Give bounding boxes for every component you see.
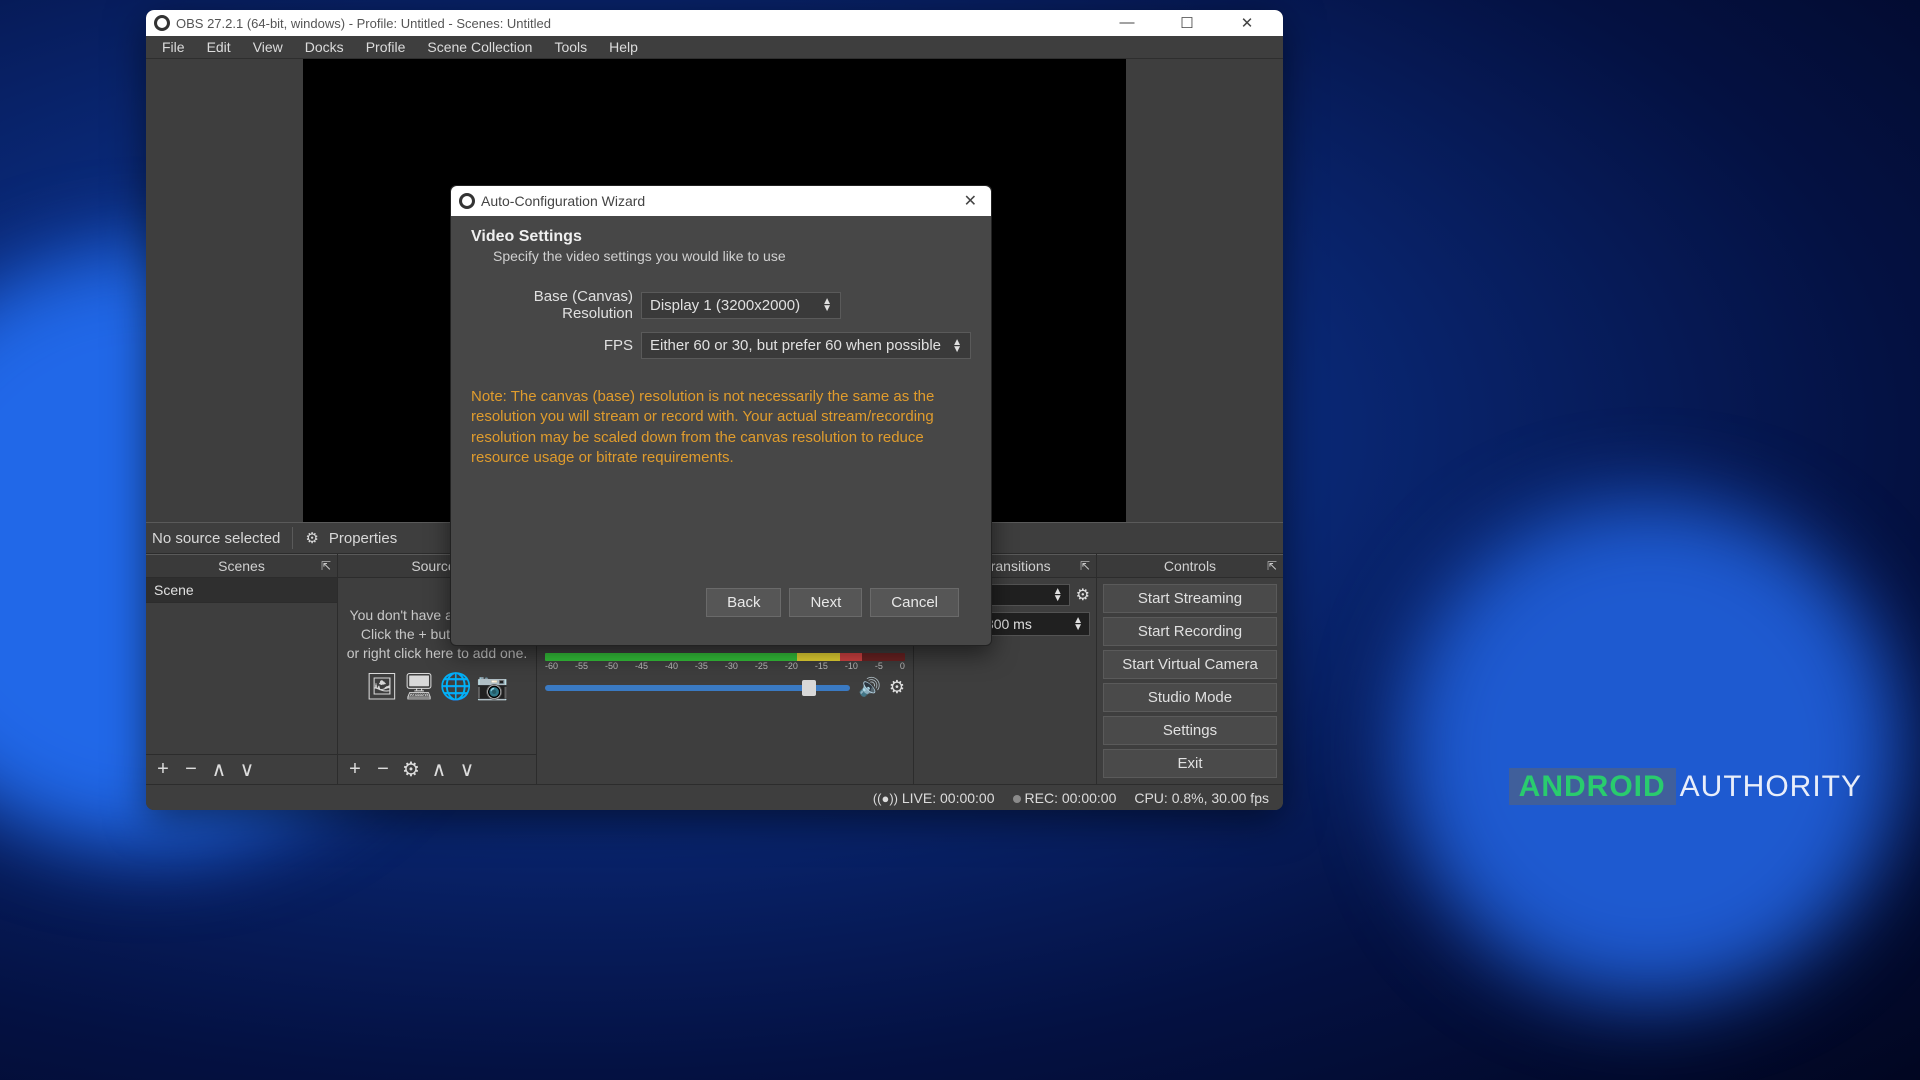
start-recording-button[interactable]: Start Recording [1103,617,1277,646]
menu-view[interactable]: View [243,36,293,58]
auto-config-dialog: Auto-Configuration Wizard ✕ Video Settin… [450,185,992,646]
add-source-button[interactable]: + [344,758,366,781]
start-virtual-camera-button[interactable]: Start Virtual Camera [1103,650,1277,679]
minimize-button[interactable]: — [1107,14,1147,32]
controls-header: Controls ⇱ [1097,554,1283,578]
watermark-brand: ANDROID [1509,768,1676,805]
resolution-label: Base (Canvas) Resolution [471,288,633,322]
properties-button[interactable]: Properties [329,530,397,547]
mixer-slider-row-2: 🔊 ⚙ [545,677,905,698]
dialog-subtitle: Specify the video settings you would lik… [493,248,971,264]
back-button[interactable]: Back [706,588,781,617]
sources-empty-line3: or right click here to add one. [346,644,528,663]
sources-hint-icons: 🖼 🖥 🌐 📷 [346,669,528,704]
popout-icon[interactable]: ⇱ [321,559,331,573]
settings-button[interactable]: Settings [1103,716,1277,745]
remove-scene-button[interactable]: − [180,758,202,781]
resolution-dropdown[interactable]: Display 1 (3200x2000) ▲▼ [641,292,841,319]
close-button[interactable]: ✕ [1227,14,1267,32]
controls-dock: Controls ⇱ Start Streaming Start Recordi… [1097,554,1283,784]
remove-source-button[interactable]: − [372,758,394,781]
next-button[interactable]: Next [789,588,862,617]
dialog-titlebar: Auto-Configuration Wizard ✕ [451,186,991,216]
dialog-heading: Video Settings [471,228,971,246]
menu-edit[interactable]: Edit [197,36,241,58]
add-scene-button[interactable]: + [152,758,174,781]
watermark-rest: AUTHORITY [1680,770,1862,803]
obs-main-window: OBS 27.2.1 (64-bit, windows) - Profile: … [146,10,1283,810]
scenes-title: Scenes [218,558,265,574]
gear-icon[interactable]: ⚙ [1076,585,1090,605]
menu-docks[interactable]: Docks [295,36,354,58]
cpu-status: CPU: 0.8%, 30.00 fps [1134,790,1269,806]
source-properties-button[interactable]: ⚙ [400,757,422,782]
spinner-arrows-icon: ▲▼ [1063,617,1083,631]
source-up-button[interactable]: ∧ [428,757,450,782]
speaker-icon[interactable]: 🔊 [858,677,880,698]
cancel-button[interactable]: Cancel [870,588,959,617]
volume-slider-2[interactable] [545,685,850,691]
window-controls: — ☐ ✕ [1107,14,1275,32]
obs-logo-icon [154,15,170,31]
rec-status: REC: 00:00:00 [1013,790,1117,806]
watermark: ANDROIDAUTHORITY [1509,770,1862,804]
live-status: ((●)) LIVE: 00:00:00 [873,790,995,806]
broadcast-icon: ((●)) [873,791,898,806]
image-icon: 🖼 [366,669,399,704]
dialog-body: Video Settings Specify the video setting… [451,216,991,645]
gear-icon[interactable]: ⚙ [305,529,318,547]
scene-down-button[interactable]: ∨ [236,757,258,782]
fps-dropdown[interactable]: Either 60 or 30, but prefer 60 when poss… [641,332,971,359]
dropdown-arrows-icon: ▲▼ [812,298,832,312]
duration-value: 300 ms [986,616,1032,632]
scenes-footer: + − ∧ ∨ [146,754,337,784]
start-streaming-button[interactable]: Start Streaming [1103,584,1277,613]
scenes-list[interactable]: Scene [146,578,337,754]
record-dot-icon [1013,795,1021,803]
mixer-scale-2: -60-55-50-45-40-35-30-25-20-15-10-50 [545,661,905,671]
menu-file[interactable]: File [152,36,195,58]
obs-logo-icon [459,193,475,209]
menu-help[interactable]: Help [599,36,648,58]
spinner-arrows-icon: ▲▼ [1043,588,1063,602]
scenes-header: Scenes ⇱ [146,554,337,578]
popout-icon[interactable]: ⇱ [1267,559,1277,573]
menu-profile[interactable]: Profile [356,36,416,58]
dropdown-arrows-icon: ▲▼ [942,339,962,353]
menu-tools[interactable]: Tools [544,36,597,58]
fps-value: Either 60 or 30, but prefer 60 when poss… [650,337,941,354]
titlebar: OBS 27.2.1 (64-bit, windows) - Profile: … [146,10,1283,36]
gear-icon[interactable]: ⚙ [889,677,905,698]
controls-body: Start Streaming Start Recording Start Vi… [1097,578,1283,784]
maximize-button[interactable]: ☐ [1167,14,1207,32]
menubar: File Edit View Docks Profile Scene Colle… [146,36,1283,59]
globe-icon: 🌐 [440,669,472,704]
studio-mode-button[interactable]: Studio Mode [1103,683,1277,712]
window-title: OBS 27.2.1 (64-bit, windows) - Profile: … [176,16,551,31]
statusbar: ((●)) LIVE: 00:00:00 REC: 00:00:00 CPU: … [146,784,1283,810]
dialog-footer: Back Next Cancel [471,578,971,629]
mixer-meter-2 [545,653,905,661]
exit-button[interactable]: Exit [1103,749,1277,778]
scene-item[interactable]: Scene [146,578,337,603]
divider [292,527,293,549]
controls-title: Controls [1164,558,1216,574]
sources-footer: + − ⚙ ∧ ∨ [338,754,536,784]
display-icon: 🖥 [403,669,436,704]
popout-icon[interactable]: ⇱ [1080,559,1090,573]
source-status: No source selected [152,530,280,547]
fps-label: FPS [471,337,633,354]
scene-up-button[interactable]: ∧ [208,757,230,782]
dialog-note: Note: The canvas (base) resolution is no… [471,387,971,468]
dialog-close-button[interactable]: ✕ [958,191,983,211]
resolution-value: Display 1 (3200x2000) [650,297,800,314]
duration-spinbox[interactable]: 300 ms ▲▼ [979,612,1090,636]
camera-icon: 📷 [476,669,508,704]
menu-scene-collection[interactable]: Scene Collection [417,36,542,58]
dialog-title: Auto-Configuration Wizard [481,193,645,209]
scenes-dock: Scenes ⇱ Scene + − ∧ ∨ [146,554,338,784]
source-down-button[interactable]: ∨ [456,757,478,782]
